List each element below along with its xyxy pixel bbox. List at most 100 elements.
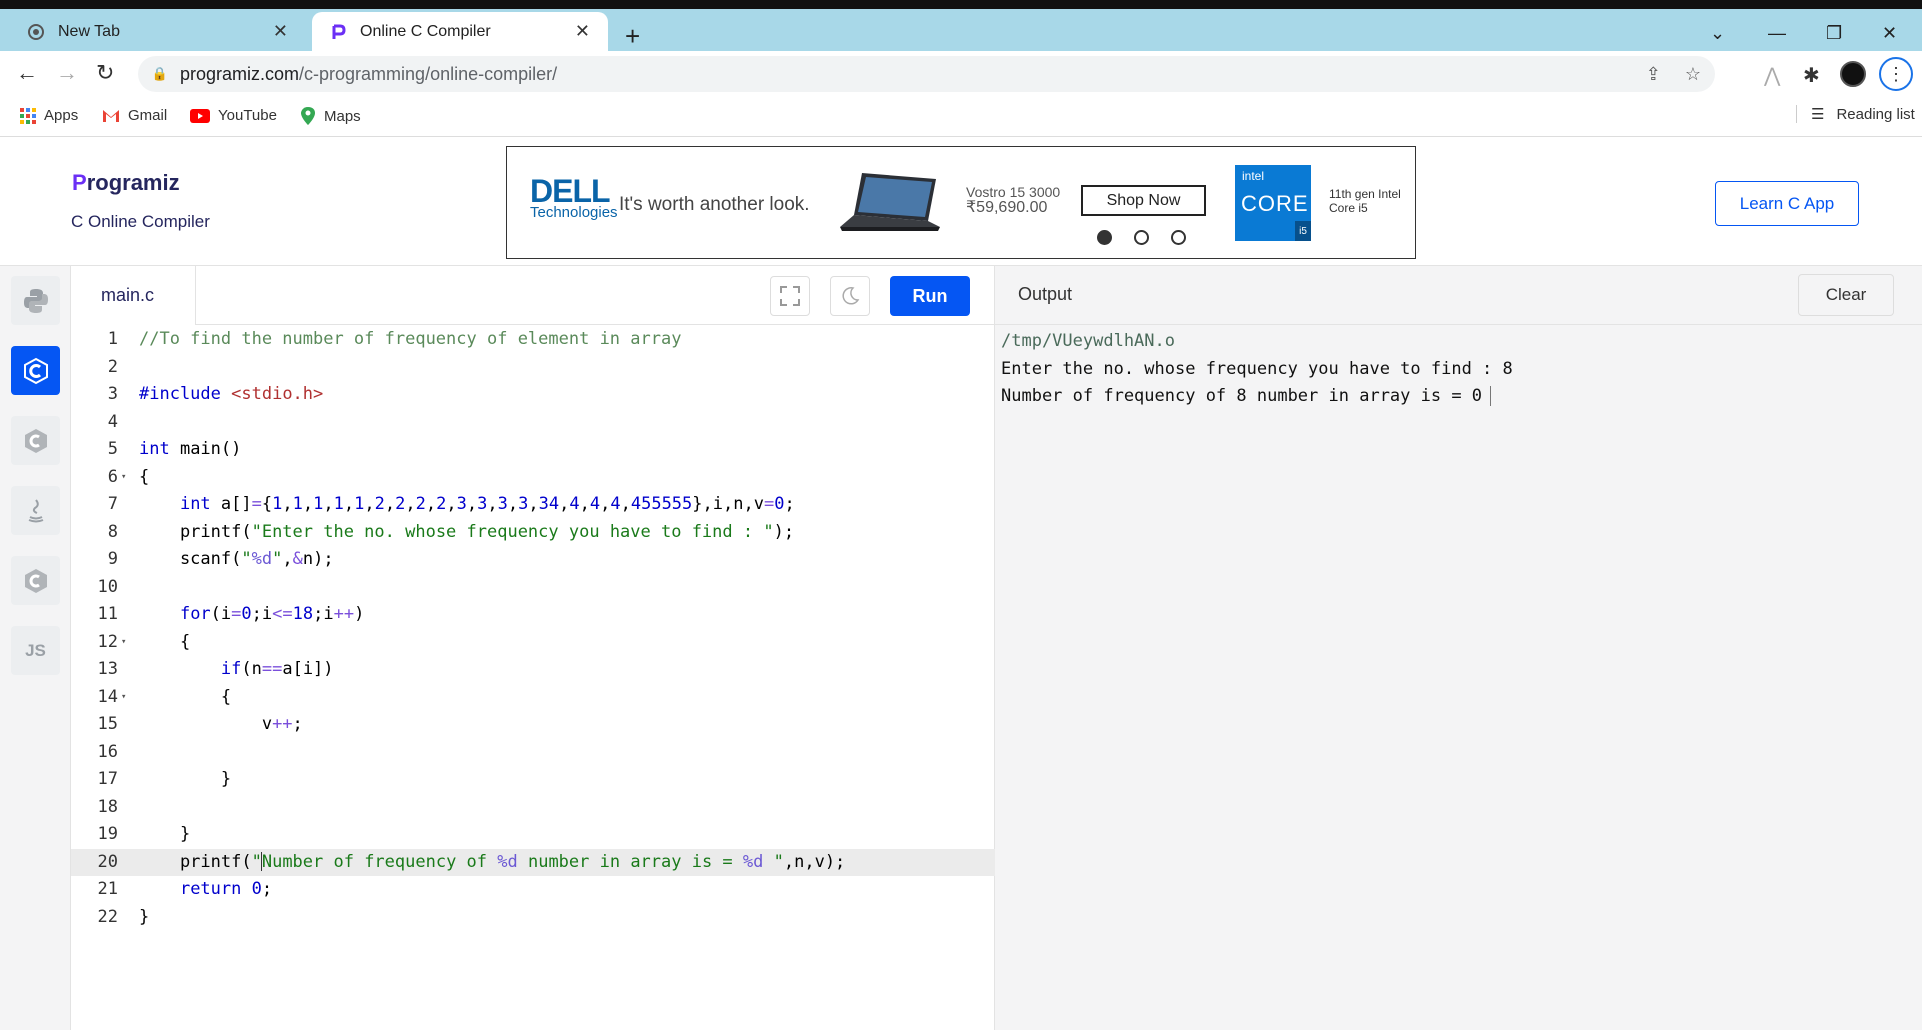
output-line: /tmp/VUeywdlhAN.o: [1001, 331, 1175, 351]
dark-mode-button[interactable]: [830, 276, 870, 316]
bookmark-apps[interactable]: Apps: [20, 107, 78, 124]
java-lang-button[interactable]: [11, 486, 60, 535]
bookmark-gmail[interactable]: Gmail: [102, 107, 167, 124]
reload-icon[interactable]: ↻: [96, 61, 114, 85]
csharp-lang-button[interactable]: [11, 556, 60, 605]
js-lang-button[interactable]: JS: [11, 626, 60, 675]
avatar[interactable]: [1840, 61, 1866, 87]
learn-c-app-button[interactable]: Learn C App: [1715, 181, 1859, 226]
fullscreen-icon: [780, 286, 800, 306]
tab-online-c-compiler[interactable]: Online C Compiler ✕: [312, 12, 608, 51]
bookmark-youtube[interactable]: YouTube: [190, 107, 277, 124]
code-line: 10: [97, 576, 118, 597]
ad-tagline: It's worth another look.: [619, 194, 810, 215]
code-line: 6 ▾{: [71, 464, 995, 492]
code-line: 14 ▾ {: [71, 684, 995, 712]
code-line-active: 20 printf("Number of frequency of %d num…: [71, 848, 995, 876]
window-close-icon[interactable]: ✕: [1882, 23, 1897, 44]
ad-gen-text: 11th gen Intel Core i5: [1329, 187, 1401, 215]
carousel-dot[interactable]: [1171, 230, 1186, 245]
output-line: Number of frequency of 8 number in array…: [1001, 383, 1513, 411]
fold-arrow-icon[interactable]: ▾: [121, 629, 126, 657]
carousel-dot[interactable]: [1097, 230, 1112, 245]
output-console[interactable]: /tmp/VUeywdlhAN.o Enter the no. whose fre…: [1001, 328, 1513, 411]
code-line: 18: [97, 796, 118, 817]
code-line: 9 scanf("%d",&n);: [107, 549, 334, 569]
menu-kebab-icon[interactable]: ⋮: [1879, 57, 1913, 91]
java-icon: [28, 498, 43, 522]
python-icon: [23, 288, 48, 313]
file-tab-main-c[interactable]: main.c: [71, 266, 196, 325]
fold-arrow-icon[interactable]: ▾: [121, 684, 126, 712]
intel-core-badge: intel CORE i5: [1235, 165, 1311, 241]
advertisement-banner[interactable]: DELL Technologies It's worth another loo…: [506, 146, 1416, 259]
bookmark-label: YouTube: [218, 107, 277, 124]
code-line: 21 return 0;: [97, 879, 273, 899]
lock-icon[interactable]: 🔒: [152, 66, 168, 82]
console-caret: [1490, 386, 1492, 406]
language-rail: JS: [0, 266, 71, 1030]
logo-text: rogramiz: [86, 170, 180, 195]
carousel-dot[interactable]: [1134, 230, 1149, 245]
bookmark-label: Apps: [44, 107, 79, 124]
tab-title: New Tab: [58, 22, 120, 40]
window-top-strip: [0, 0, 1922, 9]
moon-icon: [842, 287, 860, 305]
code-line: 15 v++;: [97, 714, 303, 734]
tab-search-chevron-icon[interactable]: ⌄: [1710, 23, 1725, 44]
forward-icon[interactable]: →: [56, 61, 78, 85]
fold-arrow-icon[interactable]: ▾: [121, 464, 126, 492]
code-line: 1//To find the number of frequency of el…: [107, 329, 682, 349]
logo-initial: P: [72, 170, 87, 195]
programiz-logo[interactable]: Programiz: [72, 170, 180, 196]
shop-now-button[interactable]: Shop Now: [1081, 185, 1206, 216]
output-title: Output: [1018, 284, 1073, 304]
ad-model: Vostro 15 3000 ₹59,690.00: [966, 184, 1061, 216]
code-area[interactable]: 1//To find the number of frequency of el…: [71, 326, 995, 931]
address-bar[interactable]: 🔒 programiz.com/c-programming/online-com…: [138, 56, 1715, 92]
dell-logo: DELL Technologies: [530, 173, 618, 221]
code-editor-pane: main.c Run 1//To find the number of freq…: [71, 266, 995, 1030]
bookmark-maps[interactable]: Maps: [300, 107, 361, 125]
clear-button[interactable]: Clear: [1798, 274, 1894, 316]
reading-list[interactable]: ☰ Reading list: [1796, 105, 1915, 123]
code-line: 17 }: [97, 769, 232, 789]
output-line: Enter the no. whose frequency you have t…: [1001, 358, 1513, 379]
chrome-icon: [28, 23, 44, 40]
code-line: 4: [107, 411, 118, 432]
run-button[interactable]: Run: [890, 276, 970, 316]
python-lang-button[interactable]: [11, 276, 60, 325]
code-line: 7 int a[]={1,1,1,1,1,2,2,2,2,3,3,3,3,34,…: [107, 494, 795, 514]
code-line: 11 for(i=0;i<=18;i++): [97, 604, 365, 624]
code-line: 12 ▾ {: [71, 629, 995, 657]
url-text: programiz.com/c-programming/online-compi…: [180, 63, 558, 84]
reading-list-icon: ☰: [1811, 106, 1825, 123]
laptop-image: [840, 173, 940, 231]
cpp-lang-button[interactable]: [11, 416, 60, 465]
new-tab-icon[interactable]: +: [625, 23, 640, 49]
code-line: 8 printf("Enter the no. whose frequency …: [107, 521, 795, 542]
c-lang-button[interactable]: [11, 346, 60, 395]
browser-toolbar: ← → ↻ 🔒 programiz.com/c-programming/onli…: [0, 51, 1922, 97]
c-icon: [23, 357, 48, 384]
share-icon[interactable]: ⇪: [1646, 64, 1661, 85]
restore-icon[interactable]: ❐: [1826, 23, 1842, 44]
bookmark-label: Gmail: [128, 107, 168, 124]
code-line: 19 }: [97, 824, 191, 844]
text-cursor: [260, 852, 262, 871]
extension-icon[interactable]: ⋀: [1764, 63, 1780, 88]
bookmark-star-icon[interactable]: ☆: [1685, 64, 1701, 85]
close-icon[interactable]: ✕: [575, 21, 590, 42]
close-icon[interactable]: ✕: [273, 21, 288, 42]
puzzle-icon[interactable]: ✱: [1803, 63, 1820, 88]
csharp-icon: [24, 568, 47, 593]
reading-list-label: Reading list: [1836, 105, 1915, 123]
back-icon[interactable]: ←: [16, 61, 38, 85]
youtube-icon: [190, 108, 210, 123]
gmail-icon: [103, 109, 119, 122]
minimize-icon[interactable]: —: [1768, 23, 1786, 44]
code-line: 22}: [97, 906, 150, 927]
fullscreen-button[interactable]: [770, 276, 810, 316]
page-subtitle: C Online Compiler: [71, 212, 210, 231]
tab-new-tab[interactable]: New Tab ✕: [8, 12, 308, 51]
